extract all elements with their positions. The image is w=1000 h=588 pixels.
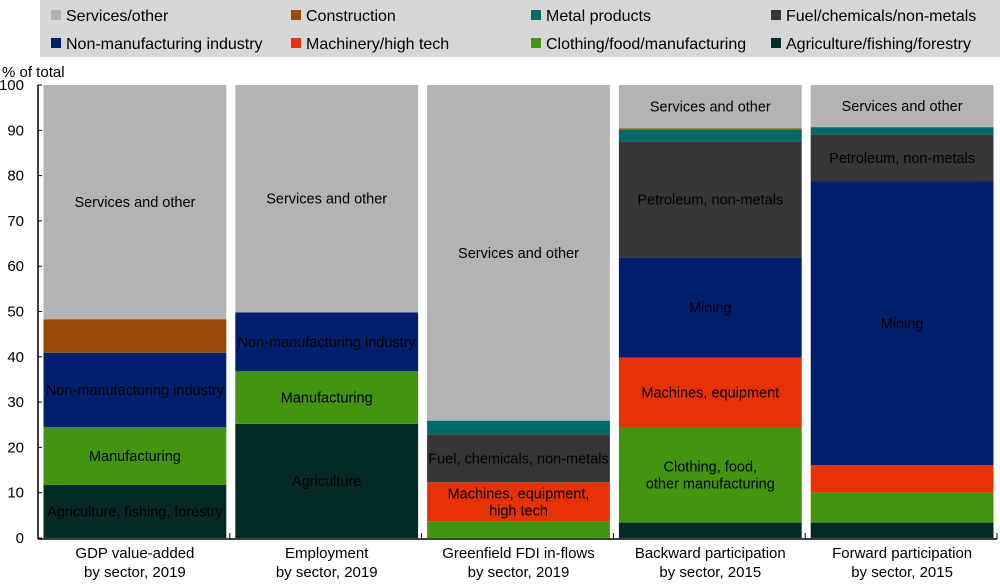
bar-segment bbox=[43, 319, 227, 353]
bar-segment bbox=[618, 522, 802, 538]
bar-segment bbox=[427, 420, 610, 435]
segment-label: Petroleum, non-metals bbox=[637, 192, 783, 208]
legend-swatch bbox=[531, 38, 541, 48]
y-tick-label: 90 bbox=[7, 122, 24, 139]
segment-label: Services and other bbox=[842, 99, 963, 115]
x-tick-label: GDP value-added by sector, 2019 bbox=[75, 545, 194, 581]
bar-segment bbox=[427, 521, 610, 538]
segment-label: Clothing, food, other manufacturing bbox=[646, 460, 775, 493]
legend-swatch bbox=[531, 10, 541, 20]
bar-segment bbox=[618, 128, 802, 130]
segment-label: Machines, equipment bbox=[641, 386, 779, 402]
y-tick-label: 20 bbox=[7, 439, 24, 456]
legend-swatch bbox=[291, 10, 301, 20]
segment-label: Fuel, chemicals, non-metals bbox=[428, 451, 609, 467]
legend-label: Agriculture/fishing/forestry bbox=[786, 36, 971, 53]
y-tick-label: 10 bbox=[7, 485, 24, 502]
y-tick-label: 60 bbox=[7, 258, 24, 275]
y-tick-label: 80 bbox=[7, 168, 24, 185]
segment-label: Manufacturing bbox=[281, 391, 373, 407]
legend-swatch bbox=[771, 38, 781, 48]
bar-segment bbox=[618, 129, 802, 142]
x-tick-label: Employment by sector, 2019 bbox=[276, 545, 378, 581]
x-tick-label: Backward participation by sector, 2015 bbox=[635, 545, 786, 581]
bar-segment bbox=[810, 127, 994, 135]
segment-label: Mining bbox=[689, 301, 732, 317]
segment-label: Petroleum, non-metals bbox=[829, 151, 975, 167]
segment-label: Services and other bbox=[458, 246, 579, 262]
bar-segment bbox=[810, 492, 994, 523]
bars: Agriculture, fishing, forestry Manufactur… bbox=[43, 85, 994, 581]
segment-label: Agriculture, fishing, forestry bbox=[47, 504, 223, 520]
segment-label: Services and other bbox=[650, 100, 771, 116]
segment-label: Agriculture bbox=[292, 474, 361, 490]
bar-segment bbox=[810, 465, 994, 493]
legend-label: Non-manufacturing industry bbox=[66, 36, 263, 53]
y-tick-label: 40 bbox=[7, 349, 24, 366]
legend-label: Machinery/high tech bbox=[306, 36, 449, 53]
segment-label: Non-manufacturing industry bbox=[46, 383, 225, 399]
segment-label: Services and other bbox=[74, 195, 195, 211]
y-tick-label: 0 bbox=[16, 530, 24, 547]
stacked-bar-chart: Services/other Construction Metal products… bbox=[0, 0, 1000, 581]
legend-label: Clothing/food/manufacturing bbox=[546, 36, 746, 53]
legend-swatch bbox=[291, 38, 301, 48]
y-tick-label: 30 bbox=[7, 394, 24, 411]
legend-swatch bbox=[51, 10, 61, 20]
legend-label: Construction bbox=[306, 8, 396, 25]
legend-label: Services/other bbox=[66, 8, 169, 25]
segment-label: Services and other bbox=[266, 192, 387, 208]
bar-segment bbox=[810, 522, 994, 538]
legend-swatch bbox=[771, 10, 781, 20]
legend-label: Metal products bbox=[546, 8, 651, 25]
y-tick-label: 100 bbox=[0, 77, 24, 94]
segment-label: Non-manufacturing industry bbox=[238, 335, 417, 351]
y-tick-label: 70 bbox=[7, 213, 24, 230]
segment-label: Mining bbox=[881, 316, 924, 332]
x-tick-label: Greenfield FDI in-flows by sector, 2019 bbox=[442, 545, 595, 581]
x-tick-label: Forward participation by sector, 2015 bbox=[832, 545, 972, 581]
legend-label: Fuel/chemicals/non-metals bbox=[786, 8, 976, 25]
segment-label: Manufacturing bbox=[89, 449, 181, 465]
legend-swatch bbox=[51, 38, 61, 48]
y-tick-label: 50 bbox=[7, 304, 24, 321]
